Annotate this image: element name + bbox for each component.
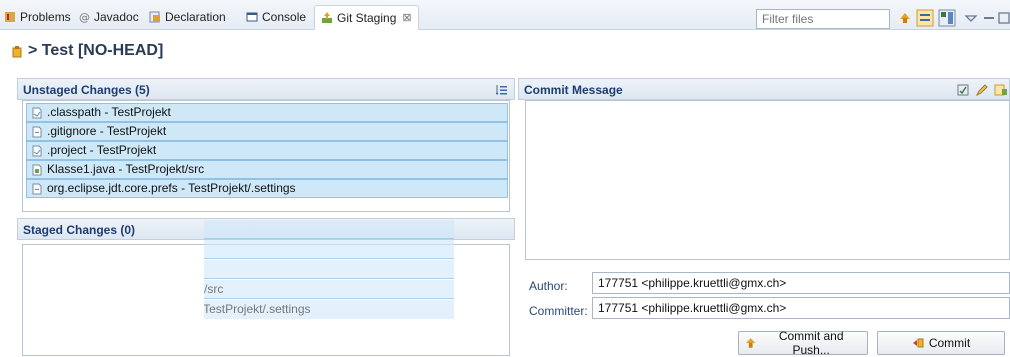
view-tab-bar: Problems @ Javadoc Declaration Console G… bbox=[0, 0, 1010, 30]
javadoc-icon: @ bbox=[79, 11, 90, 23]
list-item[interactable]: .gitignore - TestProjekt bbox=[26, 122, 508, 141]
tab-label: Declaration bbox=[165, 10, 226, 24]
list-item[interactable]: .project - TestProjekt bbox=[26, 141, 508, 160]
committer-label: Committer: bbox=[529, 304, 588, 318]
problems-icon bbox=[5, 12, 15, 22]
list-item[interactable]: org.eclipse.jdt.core.prefs - TestProjekt… bbox=[26, 179, 508, 198]
commit-message-header: Commit Message bbox=[518, 78, 1010, 100]
tab-label: Console bbox=[262, 10, 307, 24]
filter-files-input[interactable] bbox=[756, 9, 890, 29]
file-icon bbox=[32, 183, 42, 195]
svg-text:@: @ bbox=[79, 11, 90, 23]
signed-off-icon[interactable] bbox=[956, 83, 970, 97]
file-icon bbox=[32, 126, 42, 138]
tab-declaration[interactable]: Declaration bbox=[149, 6, 226, 28]
unstaged-changes-header: Unstaged Changes (5) bbox=[17, 78, 515, 100]
view-menu-icon[interactable] bbox=[962, 9, 980, 27]
commit-button[interactable]: Commit bbox=[877, 331, 1005, 355]
commit-message-textarea[interactable] bbox=[525, 100, 1010, 260]
tab-problems[interactable]: Problems bbox=[4, 6, 71, 28]
commit-message-title: Commit Message bbox=[524, 83, 623, 97]
list-item[interactable]: Klasse1.java - TestProjekt/src bbox=[26, 160, 508, 179]
author-label: Author: bbox=[529, 279, 568, 293]
layout-icon[interactable] bbox=[938, 9, 956, 27]
tab-label: Git Staging bbox=[337, 11, 397, 25]
list-item[interactable]: .classpath - TestProjekt bbox=[26, 103, 508, 122]
repository-title-text: > Test [NO-HEAD] bbox=[28, 42, 164, 59]
push-icon bbox=[745, 338, 756, 348]
git-staging-icon bbox=[322, 12, 332, 23]
file-icon bbox=[32, 145, 42, 157]
tab-label: Javadoc bbox=[94, 10, 139, 24]
tab-git-staging[interactable]: Git Staging ⊠ bbox=[314, 5, 419, 30]
drag-preview-item: /src bbox=[204, 280, 454, 299]
author-field[interactable]: 177751 <philippe.kruettli@gmx.ch> bbox=[592, 272, 1010, 294]
drag-preview-item: - TestProjekt/.settings bbox=[204, 300, 454, 319]
tab-console[interactable]: Console bbox=[246, 6, 306, 28]
repository-title: > Test [NO-HEAD] bbox=[12, 42, 163, 60]
java-file-icon bbox=[32, 164, 42, 176]
maximize-icon[interactable] bbox=[996, 9, 1010, 27]
console-icon bbox=[246, 12, 258, 22]
repository-icon bbox=[12, 45, 22, 57]
close-icon[interactable]: ⊠ bbox=[402, 7, 411, 29]
commit-and-push-button[interactable]: Commit and Push... bbox=[738, 329, 868, 357]
amend-icon[interactable] bbox=[994, 83, 1008, 97]
committer-field[interactable]: 177751 <philippe.kruettli@gmx.ch> bbox=[592, 297, 1010, 319]
refresh-icon[interactable] bbox=[896, 9, 914, 27]
sort-icon[interactable] bbox=[496, 84, 508, 96]
file-icon bbox=[32, 107, 42, 119]
tab-label: Problems bbox=[20, 10, 71, 24]
edit-icon[interactable] bbox=[975, 83, 989, 97]
presentation-toggle-icon[interactable] bbox=[916, 9, 934, 27]
declaration-icon bbox=[149, 11, 160, 23]
unstaged-changes-title: Unstaged Changes (5) bbox=[23, 83, 150, 97]
tab-javadoc[interactable]: @ Javadoc bbox=[78, 6, 139, 28]
staged-changes-title: Staged Changes (0) bbox=[23, 223, 136, 237]
commit-icon bbox=[912, 338, 924, 348]
drag-preview: /src - TestProjekt/.settings bbox=[204, 220, 454, 319]
